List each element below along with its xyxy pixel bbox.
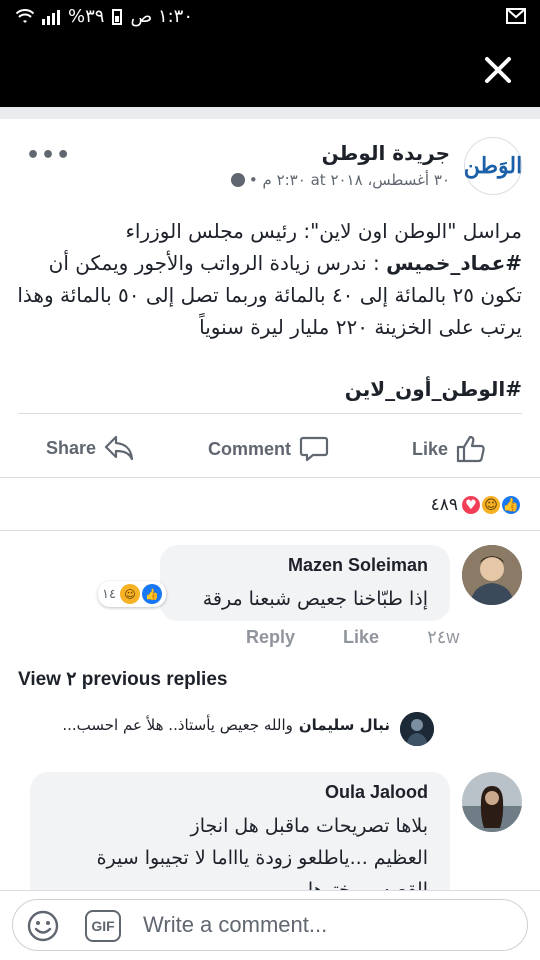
like-label: Like bbox=[412, 438, 449, 459]
divider bbox=[18, 413, 522, 414]
emoji-icon[interactable] bbox=[27, 910, 59, 942]
avatar-image bbox=[400, 712, 434, 746]
post-card: ••• الوَطن جريدة الوطن ٣٠ أغسطس، ٢٠١٨ at… bbox=[0, 107, 540, 477]
thumbs-up-icon bbox=[456, 435, 485, 463]
comment-like-button[interactable]: Like bbox=[343, 627, 379, 648]
like-reaction-icon: 👍 bbox=[500, 494, 522, 516]
close-icon[interactable] bbox=[482, 54, 514, 86]
reactions-bar: ٤٨٩ ♥ ☺ 👍 bbox=[0, 477, 540, 531]
reply-item: نبال سليمان والله جعيص يأستاذ.. هلأ عم ا… bbox=[62, 716, 390, 734]
clock: ١:٣٠ ص bbox=[130, 6, 194, 27]
post-line: يرتب على الخزينة ٢٢٠ مليار ليرة سنوياً bbox=[199, 315, 522, 339]
signal-icon bbox=[42, 9, 60, 25]
share-icon bbox=[104, 435, 134, 461]
reply-button[interactable]: Reply bbox=[246, 627, 295, 648]
comment-age: ٢٤w bbox=[427, 627, 460, 647]
post-body: مراسل "الوطن اون لاين": رئيس مجلس الوزرا… bbox=[14, 215, 522, 343]
battery-icon bbox=[112, 8, 123, 25]
avatar-image bbox=[462, 545, 522, 605]
wifi-icon bbox=[16, 8, 34, 23]
comment-icon bbox=[299, 436, 329, 462]
comment-line: بلاها تصريحات ماقبل هل انجاز bbox=[190, 815, 428, 837]
like-reaction-icon: 👍 bbox=[142, 584, 162, 604]
post-line: تكون ٢٥ بالمائة إلى ٤٠ بالمائة وربما تصل… bbox=[17, 283, 522, 307]
more-options-icon[interactable]: ••• bbox=[26, 143, 71, 168]
post-line-text: : ندرس زيادة الرواتب والأجور ويمكن أن bbox=[48, 251, 380, 275]
hashtag-link[interactable]: #عماد_خميس bbox=[386, 251, 522, 275]
hashtag-link[interactable]: #الوطن_أون_لاين bbox=[345, 377, 522, 401]
post-line: #عماد_خميس : ندرس زيادة الرواتب والأجور … bbox=[14, 247, 522, 279]
avatar[interactable] bbox=[462, 772, 522, 832]
comment-item: Mazen Soleiman إذا طبّاخنا جعيص شبعنا مر… bbox=[0, 531, 540, 661]
share-label: Share bbox=[46, 437, 97, 458]
comment-author[interactable]: Oula Jalood bbox=[325, 782, 428, 803]
page-name[interactable]: جريدة الوطن bbox=[322, 141, 450, 165]
comment-meta: Reply Like ٢٤w bbox=[246, 627, 459, 648]
comment-text: إذا طبّاخنا جعيص شبعنا مرقة bbox=[202, 588, 428, 610]
post-timestamp[interactable]: ٣٠ أغسطس، ٢٠١٨ at ٢:٣٠ م • bbox=[249, 171, 450, 189]
reactions-summary[interactable]: ٤٨٩ ♥ ☺ 👍 bbox=[431, 494, 522, 516]
page-logo[interactable]: الوَطن bbox=[464, 137, 522, 195]
top-header bbox=[0, 34, 540, 107]
reaction-count: ٤٨٩ bbox=[430, 495, 458, 515]
battery-percent: %٣٩ bbox=[68, 6, 105, 27]
reply-text: والله جعيص يأستاذ.. هلأ عم احسب... bbox=[62, 716, 293, 734]
comment-button[interactable]: Comment bbox=[208, 435, 329, 463]
post-meta: ٣٠ أغسطس، ٢٠١٨ at ٢:٣٠ م • bbox=[230, 171, 450, 189]
gif-button[interactable]: GIF bbox=[85, 910, 121, 942]
globe-icon bbox=[230, 173, 245, 187]
comment-bubble: Oula Jalood بلاها تصريحات ماقبل هل انجاز… bbox=[30, 772, 450, 890]
post-line: مراسل "الوطن اون لاين": رئيس مجلس الوزرا… bbox=[125, 219, 522, 243]
like-button[interactable]: Like bbox=[412, 435, 486, 463]
comment-composer: GIF bbox=[0, 890, 540, 960]
comment-bubble: Mazen Soleiman إذا طبّاخنا جعيص شبعنا مر… bbox=[160, 545, 450, 621]
comment-label: Comment bbox=[208, 438, 292, 459]
status-bar: %٣٩ ١:٣٠ ص bbox=[0, 0, 540, 34]
comment-text: بلاها تصريحات ماقبل هل انجاز العظيم ...ي… bbox=[38, 810, 428, 890]
reply-avatar[interactable] bbox=[400, 712, 434, 746]
haha-reaction-icon: ☺ bbox=[120, 584, 140, 604]
avatar-image bbox=[462, 772, 522, 832]
comment-input[interactable] bbox=[143, 906, 513, 944]
avatar[interactable] bbox=[462, 545, 522, 605]
share-button[interactable]: Share bbox=[46, 435, 134, 461]
love-reaction-icon: ♥ bbox=[460, 494, 482, 516]
comment-line: القصه...بيختوها bbox=[307, 879, 428, 890]
reply-author[interactable]: نبال سليمان bbox=[299, 716, 390, 734]
comment-line: العظيم ...ياطلعو زودة ياااما لا تجيبوا س… bbox=[96, 847, 428, 869]
comment-author[interactable]: Mazen Soleiman bbox=[288, 555, 428, 576]
comment-reactions[interactable]: ١٤ ☺ 👍 bbox=[98, 581, 166, 607]
comment-item: Oula Jalood بلاها تصريحات ماقبل هل انجاز… bbox=[0, 762, 540, 890]
mail-icon bbox=[506, 8, 526, 24]
composer-box: GIF bbox=[12, 899, 528, 951]
view-previous-replies[interactable]: View ٢ previous replies bbox=[18, 668, 227, 691]
comment-reaction-count: ١٤ bbox=[102, 586, 116, 602]
post-actions: Share Comment Like bbox=[0, 423, 540, 483]
status-left: %٣٩ ١:٣٠ ص bbox=[16, 6, 193, 27]
haha-reaction-icon: ☺ bbox=[480, 494, 502, 516]
